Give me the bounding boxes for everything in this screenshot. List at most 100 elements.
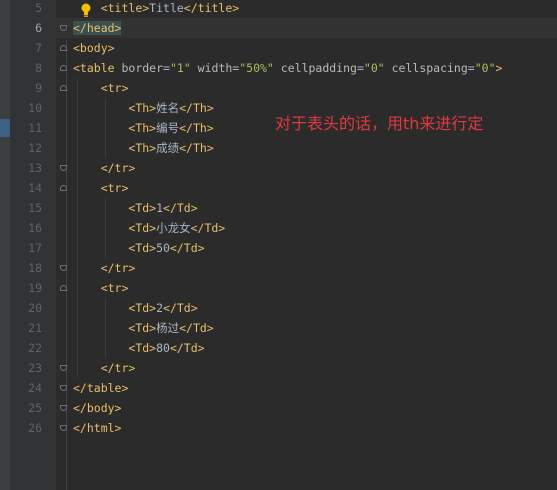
fold-marker-icon[interactable] <box>60 45 67 51</box>
fold-marker-icon[interactable] <box>60 285 67 291</box>
code-token-attr: cellspacing <box>391 61 468 75</box>
code-line: <title>Title</title> <box>73 0 239 18</box>
line-number: 6 <box>35 21 42 35</box>
code-token-tag: <tr> <box>100 181 129 195</box>
line-number: 17 <box>28 241 42 255</box>
fold-marker-icon[interactable] <box>60 65 67 71</box>
code-token-tag: <Th> <box>128 121 157 135</box>
code-line: <Th>编号</Th> <box>73 118 214 138</box>
code-line: </head> <box>73 18 122 38</box>
code-token-txt: 成绩 <box>156 141 180 155</box>
code-line: <Td>杨过</Td> <box>73 318 214 338</box>
code-token-txt: 姓名 <box>156 101 180 115</box>
code-line: <Td>50</Td> <box>73 238 205 258</box>
line-number: 24 <box>28 381 42 395</box>
code-token-tag: <tr> <box>100 81 129 95</box>
annotation-text: 对于表头的话，用th来进行定 <box>275 114 484 133</box>
code-line: <tr> <box>73 78 129 98</box>
code-token-tag: </Td> <box>169 341 205 355</box>
code-line: </tr> <box>73 358 136 378</box>
line-number-gutter[interactable]: 5 6 7 8 9 10 11 12 13 14 15 16 17 18 19 20 21 22 23 24 25 26 <box>10 0 56 490</box>
code-token-tag: <Td> <box>128 201 157 215</box>
line-number: 10 <box>28 101 42 115</box>
bookmark-marker <box>0 119 10 137</box>
code-token-txt: = <box>356 61 364 75</box>
code-token-tag: <tr> <box>100 281 129 295</box>
code-token-tag: </Td> <box>169 241 205 255</box>
code-token-tag: <body> <box>73 41 115 55</box>
code-token-txt: 80 <box>156 341 170 355</box>
code-token-attr: cellpadding <box>280 61 357 75</box>
code-line: <Td>2</Td> <box>73 298 198 318</box>
indent-guide <box>105 98 106 158</box>
indent-guide <box>105 298 106 358</box>
code-token-tag: </tr> <box>100 361 136 375</box>
line-number: 19 <box>28 281 42 295</box>
line-number: 7 <box>35 41 42 55</box>
code-token-tag: <Th> <box>128 101 157 115</box>
line-number: 8 <box>35 61 42 75</box>
code-token-txt: = <box>163 61 170 75</box>
code-token-tag: </Td> <box>163 301 198 315</box>
code-token-tag: </Td> <box>190 221 226 235</box>
code-line: <tr> <box>73 178 129 198</box>
code-token-tag: <table <box>73 61 122 75</box>
line-number: 22 <box>28 341 42 355</box>
line-number: 18 <box>28 261 42 275</box>
code-token-txt: 2 <box>156 301 164 315</box>
line-number: 20 <box>28 301 42 315</box>
code-line: </html> <box>73 418 121 438</box>
code-token-tag: </tr> <box>100 261 136 275</box>
code-line: </tr> <box>73 158 136 178</box>
code-token-tag: </Td> <box>163 201 198 215</box>
code-token-val: "50%" <box>239 61 274 75</box>
code-line: </body> <box>73 398 121 418</box>
line-number: 26 <box>28 421 42 435</box>
code-token-tag: </html> <box>73 421 122 435</box>
indent-guide <box>105 198 106 258</box>
code-line: <Td>小龙女</Td> <box>73 218 225 238</box>
code-token-attr: border <box>121 61 164 75</box>
code-token-tag: </tr> <box>100 161 136 175</box>
code-token-tag: <Td> <box>128 241 157 255</box>
code-token-tag: </title> <box>183 1 240 15</box>
code-token-tag: </head> <box>73 21 122 35</box>
code-token-tag: </Th> <box>179 121 214 135</box>
code-line: <table border="1" width="50%" cellpaddin… <box>73 58 502 78</box>
line-number: 16 <box>28 221 42 235</box>
line-number: 15 <box>28 201 42 215</box>
tool-window-strip <box>0 0 10 490</box>
code-token-txt: 编号 <box>156 121 180 135</box>
line-number: 5 <box>35 1 42 15</box>
code-line: <Td>80</Td> <box>73 338 205 358</box>
code-token-txt: Title <box>149 1 184 15</box>
code-token-tag: > <box>495 61 503 75</box>
code-token-txt: 小龙女 <box>156 221 191 235</box>
code-token-txt: 1 <box>156 201 164 215</box>
code-token-attr: width <box>197 61 233 75</box>
fold-marker-icon[interactable] <box>60 85 67 91</box>
fold-marker-icon[interactable] <box>60 185 67 191</box>
code-token-tag: <Th> <box>128 141 157 155</box>
line-number: 14 <box>28 181 42 195</box>
code-token-tag: </Th> <box>179 101 214 115</box>
code-token-tag: <Td> <box>128 321 157 335</box>
code-line: <Td>1</Td> <box>73 198 198 218</box>
code-token-tag: </table> <box>73 381 129 395</box>
code-editor[interactable]: 5 6 7 8 9 10 11 12 13 14 15 16 17 18 19 20 21 22 23 24 25 26 … <box>0 0 557 490</box>
code-token-tag: </Td> <box>179 321 214 335</box>
line-number: 9 <box>35 81 42 95</box>
line-number: 23 <box>28 361 42 375</box>
